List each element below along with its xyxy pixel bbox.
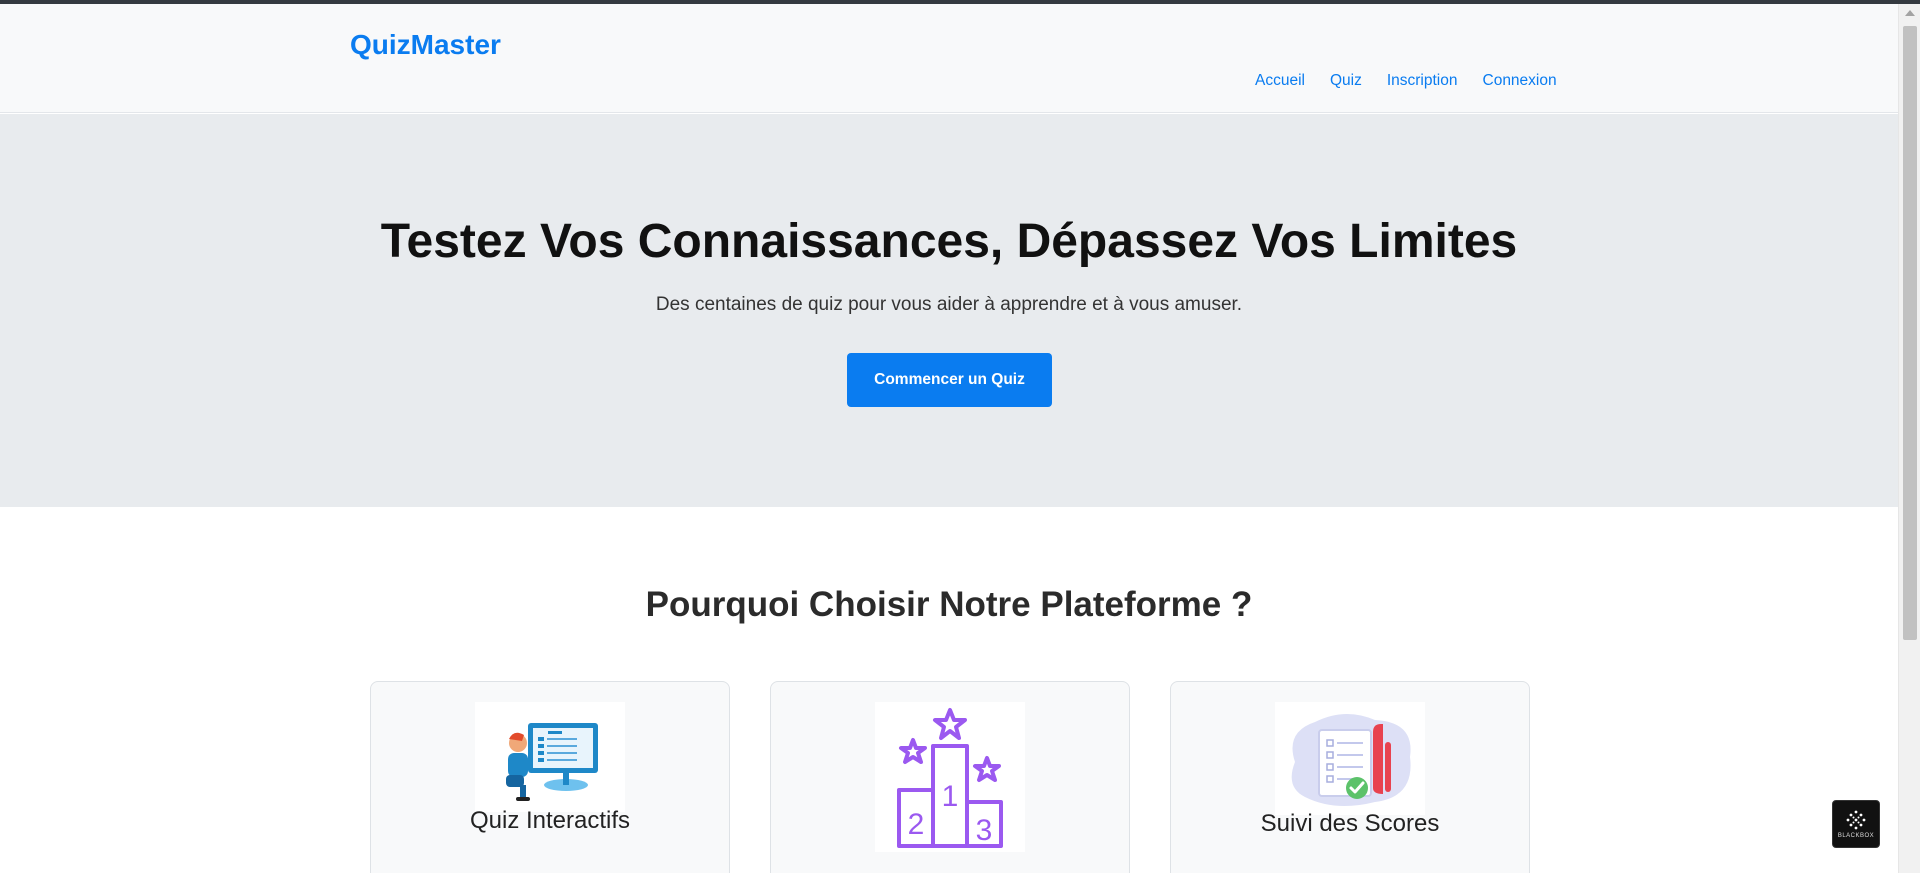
hero-title: Testez Vos Connaissances, Dépassez Vos L… <box>380 215 1518 268</box>
site-logo[interactable]: QuizMaster <box>350 29 501 61</box>
site-header: QuizMaster Accueil Quiz Inscription Conn… <box>0 4 1898 113</box>
nav-link-accueil[interactable]: Accueil <box>1255 72 1305 90</box>
svg-text:3: 3 <box>976 814 993 847</box>
blackbox-widget-button[interactable]: BLACKBOX <box>1832 800 1880 848</box>
blackbox-logo-icon <box>1846 810 1866 830</box>
computer-user-illustration-icon <box>475 702 625 812</box>
clipboard-checklist-illustration-icon <box>1275 702 1425 815</box>
nav-link-quiz[interactable]: Quiz <box>1330 72 1362 90</box>
svg-text:2: 2 <box>908 808 925 841</box>
nav-link-connexion[interactable]: Connexion <box>1483 72 1557 90</box>
scrollbar-thumb[interactable] <box>1903 26 1917 640</box>
start-quiz-button[interactable]: Commencer un Quiz <box>847 353 1052 407</box>
page-scrollbar[interactable] <box>1898 4 1920 873</box>
hero-section: Testez Vos Connaissances, Dépassez Vos L… <box>0 114 1898 507</box>
features-title: Pourquoi Choisir Notre Plateforme ? <box>645 585 1253 624</box>
main-nav: Accueil Quiz Inscription Connexion <box>1255 72 1557 90</box>
card-title: Suivi des Scores <box>1260 810 1440 837</box>
nav-link-inscription[interactable]: Inscription <box>1387 72 1458 90</box>
feature-card-suivi-scores: Suivi des Scores <box>1170 681 1530 873</box>
hero-subtitle: Des centaines de quiz pour vous aider à … <box>655 294 1243 315</box>
blackbox-label: BLACKBOX <box>1837 833 1875 839</box>
podium-stars-icon: 1 2 3 <box>875 702 1025 852</box>
feature-card-quiz-interactifs: Quiz Interactifs <box>370 681 730 873</box>
feature-card-podium: 1 2 3 <box>770 681 1130 873</box>
scroll-up-arrow-icon[interactable] <box>1905 10 1915 16</box>
card-title: Quiz Interactifs <box>469 807 631 834</box>
svg-text:1: 1 <box>942 780 959 813</box>
